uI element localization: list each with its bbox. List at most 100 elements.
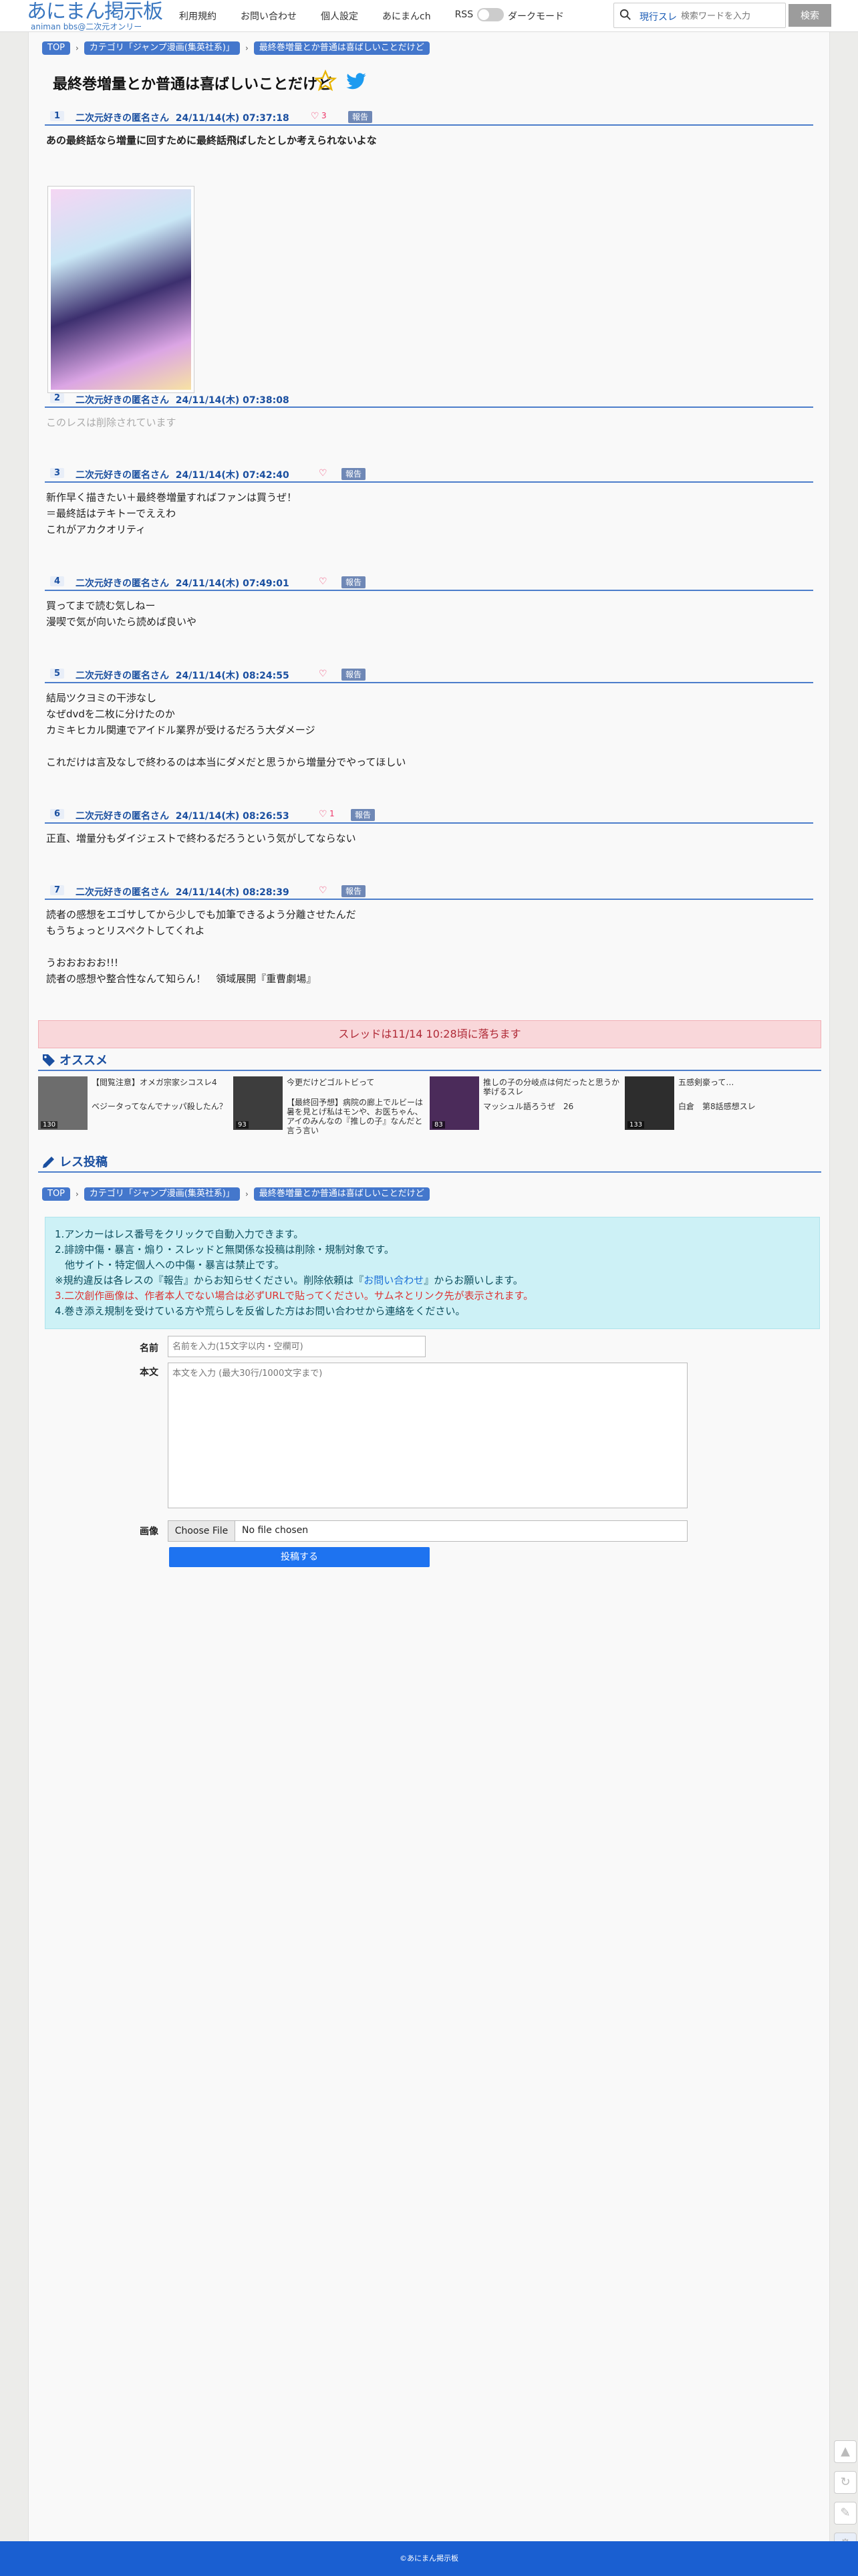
breadcrumb-category[interactable]: カテゴリ「ジャンプ漫画(集英社系)」: [84, 41, 240, 55]
breadcrumb-thread[interactable]: 最終巻増量とか普通は喜ばしいことだけど: [253, 1187, 430, 1201]
post-body: 買ってまで読む気しねー 漫喫で気が向いたら読めば良いや: [46, 600, 197, 628]
rule-line: ※規約違反は各レスの『報告』からお知らせください。削除依頼は『お問い合わせ』から…: [55, 1273, 810, 1288]
pencil-icon: [43, 1157, 54, 1168]
reload-button[interactable]: ↻: [834, 2471, 857, 2494]
body-label: 本文: [140, 1367, 158, 1378]
post-number[interactable]: 5: [50, 669, 65, 679]
arrow-up-icon: ▲: [841, 2444, 850, 2458]
reply-count: 83: [432, 1121, 445, 1129]
site-footer: ©あにまん掲示板: [0, 2541, 858, 2576]
recommend-item-title: 【閲覧注意】オメガ宗家シコスレ4: [92, 1078, 217, 1087]
post-author: 二次元好きの匿名さん: [76, 671, 169, 681]
post-author-date: 二次元好きの匿名さん 24/11/14(木) 07:42:40: [76, 468, 289, 481]
contact-link[interactable]: お問い合わせ: [364, 1274, 424, 1286]
choose-file-button[interactable]: Choose File: [168, 1521, 235, 1541]
breadcrumb-top[interactable]: TOP: [42, 41, 71, 55]
post-number[interactable]: 1: [50, 111, 65, 121]
heart-icon[interactable]: ♡: [319, 885, 327, 896]
report-button[interactable]: 報告: [341, 885, 366, 897]
search-button[interactable]: 検索: [789, 4, 831, 27]
post-author: 二次元好きの匿名さん: [76, 578, 169, 589]
breadcrumb-category[interactable]: カテゴリ「ジャンプ漫画(集英社系)」: [84, 1187, 240, 1201]
post-number[interactable]: 7: [50, 885, 65, 895]
site-header: あにまん掲示板 animan bbs@二次元オンリー 利用規約 お問い合わせ 個…: [0, 0, 858, 32]
scroll-top-button[interactable]: ▲: [834, 2440, 857, 2463]
breadcrumb-sep: ›: [245, 1189, 249, 1199]
post: 2 二次元好きの匿名さん 24/11/14(木) 07:38:08 このレスは削…: [45, 392, 813, 431]
breadcrumb-sep: ›: [76, 1189, 79, 1199]
breadcrumb-thread[interactable]: 最終巻増量とか普通は喜ばしいことだけど: [253, 41, 430, 55]
posting-rules: 1.アンカーはレス番号をクリックで自動入力できます。 2.誹謗中傷・暴言・煽り・…: [45, 1217, 820, 1329]
heart-icon[interactable]: ♡: [319, 809, 327, 820]
recommend-thumbnail: 93: [233, 1076, 283, 1130]
heart-icon[interactable]: ♡: [311, 111, 319, 122]
body-textarea[interactable]: [168, 1363, 688, 1508]
like-count: 1: [329, 809, 335, 818]
recommend-item[interactable]: 83 推しの子の分岐点は何だったと思うか挙げるスレ マッシュル語ろうぜ 26: [430, 1076, 623, 1137]
submit-post-button[interactable]: 投稿する: [169, 1547, 430, 1567]
reply-count: 133: [627, 1121, 645, 1129]
search-icon: [619, 9, 631, 20]
nav-rss[interactable]: RSS: [455, 9, 474, 23]
search-input[interactable]: [681, 8, 781, 24]
breadcrumb: TOP › カテゴリ「ジャンプ漫画(集英社系)」 › 最終巻増量とか普通は喜ばし…: [42, 41, 430, 55]
nav-animanch[interactable]: あにまんch: [382, 9, 431, 23]
name-label: 名前: [140, 1343, 158, 1354]
post-author: 二次元好きの匿名さん: [76, 113, 169, 124]
heart-icon[interactable]: ♡: [319, 468, 327, 479]
twitter-share-icon[interactable]: [344, 71, 368, 92]
write-button[interactable]: ✎: [834, 2502, 857, 2525]
post-date: 24/11/14(木) 08:24:55: [175, 671, 289, 681]
post-number[interactable]: 6: [50, 809, 65, 819]
post-author: 二次元好きの匿名さん: [76, 811, 169, 822]
name-input[interactable]: [168, 1336, 426, 1357]
recommend-item-title: 今更だけどゴルトビって: [287, 1078, 375, 1087]
report-button[interactable]: 報告: [351, 809, 376, 821]
report-button[interactable]: 報告: [341, 468, 366, 480]
pencil-icon: ✎: [840, 2506, 851, 2520]
post-header: 3 二次元好きの匿名さん 24/11/14(木) 07:42:40 ♡ 報告: [45, 467, 813, 483]
report-button[interactable]: 報告: [341, 576, 366, 588]
rule-text: 』からお願いします。: [424, 1274, 523, 1286]
recommend-item[interactable]: 133 五感剣豪って… 白倉 第8話感想スレ: [625, 1076, 819, 1137]
breadcrumb-sep: ›: [76, 43, 79, 53]
recommend-item[interactable]: 130 【閲覧注意】オメガ宗家シコスレ4 ベジータってなんでナッパ殺したん？: [38, 1076, 232, 1137]
nav-terms[interactable]: 利用規約: [179, 9, 217, 23]
post-author-date: 二次元好きの匿名さん 24/11/14(木) 08:28:39: [76, 885, 289, 899]
post-number[interactable]: 4: [50, 576, 65, 586]
post-header: 6 二次元好きの匿名さん 24/11/14(木) 08:26:53 ♡ 1 報告: [45, 808, 813, 824]
breadcrumb-top[interactable]: TOP: [42, 1187, 71, 1201]
post: 1 二次元好きの匿名さん 24/11/14(木) 07:37:18 ♡ 3 報告…: [45, 110, 813, 148]
nav-settings[interactable]: 個人設定: [321, 9, 358, 23]
post-author: 二次元好きの匿名さん: [76, 887, 169, 898]
dark-mode-toggle[interactable]: [477, 8, 504, 21]
post-body-deleted: このレスは削除されています: [46, 417, 176, 429]
post: 5 二次元好きの匿名さん 24/11/14(木) 08:24:55 ♡ 報告 結…: [45, 667, 813, 770]
nav-contact[interactable]: お問い合わせ: [241, 9, 297, 23]
report-button[interactable]: 報告: [348, 111, 373, 123]
reply-section-title: レス投稿: [38, 1153, 821, 1173]
recommend-list: 130 【閲覧注意】オメガ宗家シコスレ4 ベジータってなんでナッパ殺したん？ 9…: [38, 1076, 827, 1137]
recommend-thumbnail: 130: [38, 1076, 88, 1130]
image-label: 画像: [140, 1526, 158, 1537]
recommend-item-title: ベジータってなんでナッパ殺したん？: [92, 1102, 227, 1111]
recommend-item-title: 【最終回予想】病院の廊上でルビーは暑を見とげ私はモンや、お医ちゃん、アイのみんな…: [287, 1098, 424, 1135]
report-button[interactable]: 報告: [341, 669, 366, 681]
top-nav: 利用規約 お問い合わせ 個人設定 あにまんch RSS: [179, 9, 497, 23]
search-kind-select[interactable]: 現行スレ: [639, 10, 677, 23]
recommend-thumbnail: 83: [430, 1076, 479, 1130]
main-content: TOP › カテゴリ「ジャンプ漫画(集英社系)」 › 最終巻増量とか普通は喜ばし…: [28, 32, 830, 2541]
favorite-star-icon[interactable]: [314, 70, 337, 92]
reply-count: 93: [236, 1121, 249, 1129]
heart-icon[interactable]: ♡: [319, 669, 327, 679]
post-image-thumbnail[interactable]: [47, 186, 194, 393]
post-number[interactable]: 2: [50, 393, 65, 403]
image-file-input[interactable]: Choose File No file chosen: [168, 1520, 688, 1542]
logo-title: あにまん掲示板: [27, 0, 163, 23]
post-number[interactable]: 3: [50, 468, 65, 478]
recommend-title: オススメ: [59, 1054, 108, 1068]
heart-icon[interactable]: ♡: [319, 576, 327, 587]
dark-mode-label: ダークモード: [508, 11, 564, 22]
site-logo[interactable]: あにまん掲示板 animan bbs@二次元オンリー: [27, 1, 174, 31]
recommend-item[interactable]: 93 今更だけどゴルトビって 【最終回予想】病院の廊上でルビーは暑を見とげ私はモ…: [233, 1076, 427, 1137]
